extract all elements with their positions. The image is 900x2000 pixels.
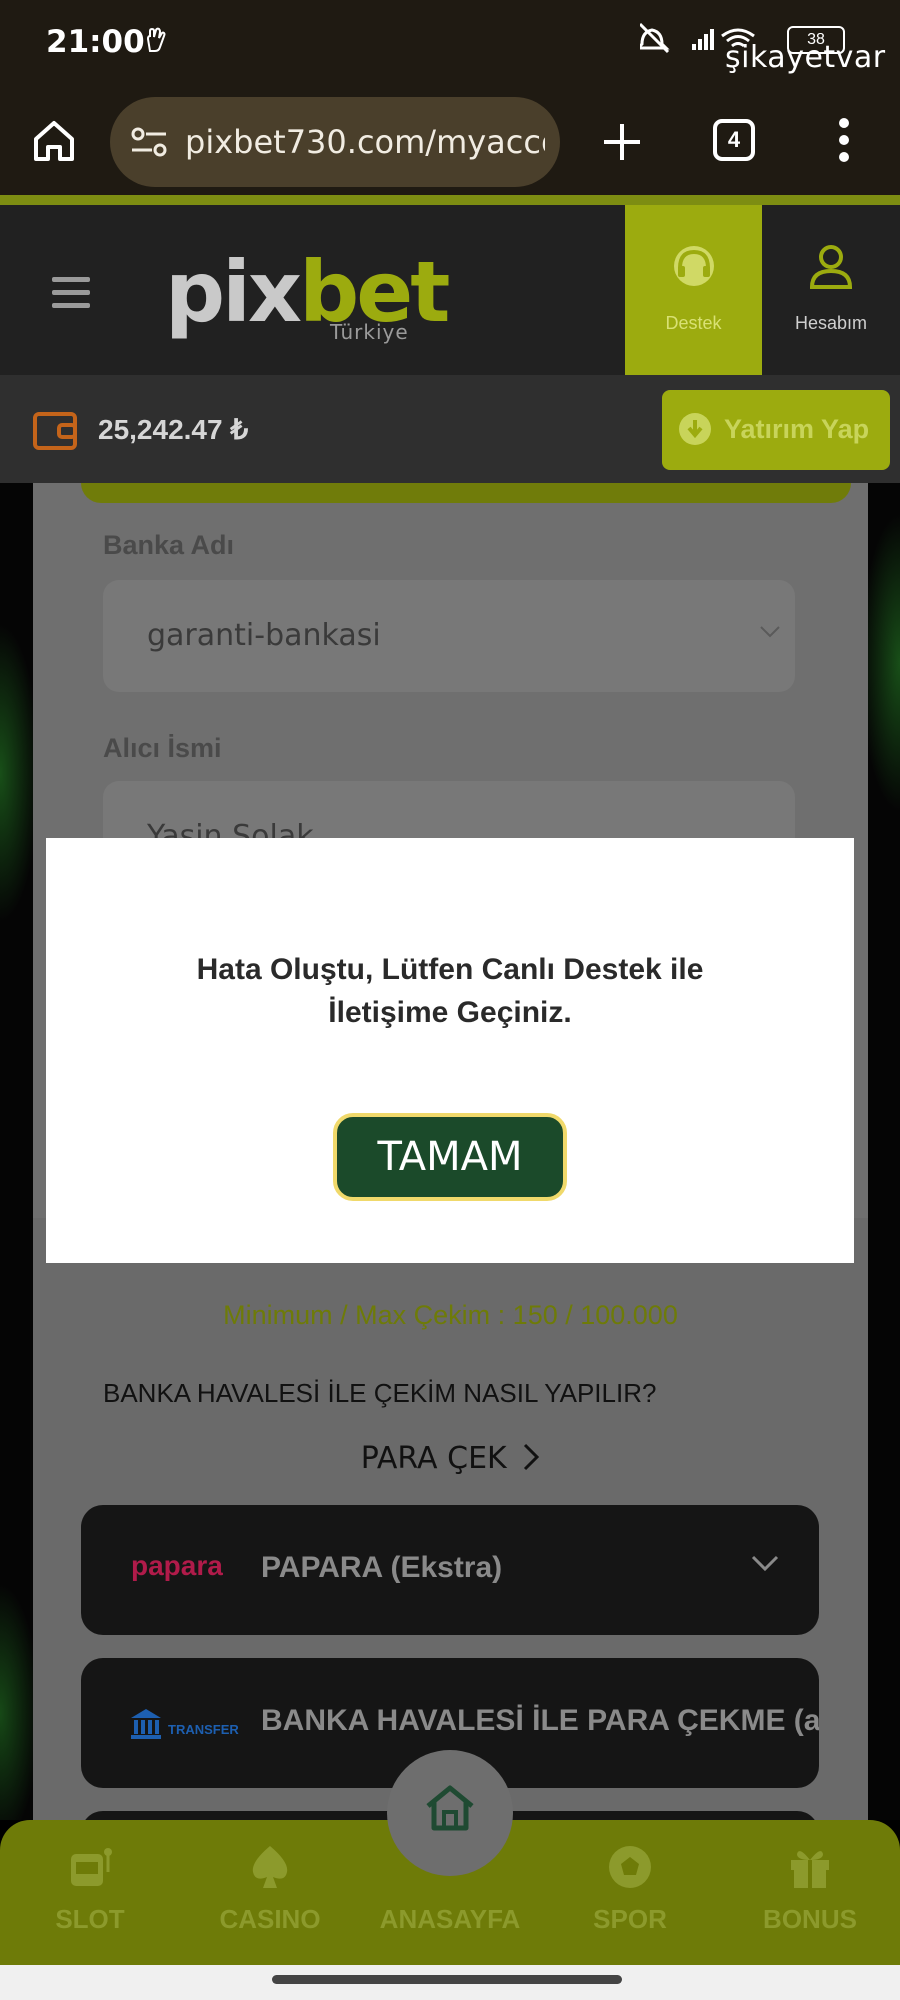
error-message-line2: İletişime Geçiniz.: [328, 996, 572, 1029]
nav-slot-label: SLOT: [55, 1904, 125, 1934]
previous-section-accent: [81, 483, 851, 503]
withdraw-link-label: PARA ÇEK: [360, 1441, 507, 1476]
nav-casino[interactable]: CASINO: [180, 1820, 360, 1965]
signal-icon: [692, 29, 714, 50]
address-bar[interactable]: pixbet730.com/myaccount: [110, 97, 560, 187]
method-title: BANKA HAVALESİ İLE PARA ÇEKME (anında): [261, 1704, 819, 1737]
hamburger-menu-icon[interactable]: [52, 277, 96, 311]
nav-sport-label: SPOR: [593, 1904, 667, 1934]
nav-home-label: ANASAYFA: [379, 1904, 521, 1934]
method-title: PAPARA (Ekstra): [261, 1551, 503, 1584]
pixbet-logo[interactable]: pixbet Türkiye: [165, 243, 450, 344]
error-message-line1: Hata Oluştu, Lütfen Canlı Destek ile: [196, 953, 704, 986]
wallet-icon: [33, 412, 77, 450]
toolbar-accent-line: [0, 195, 900, 205]
account-button[interactable]: Hesabım: [762, 205, 900, 375]
home-button[interactable]: [387, 1750, 513, 1876]
balance-amount: 25,242.47 ₺: [98, 414, 249, 445]
url-text[interactable]: pixbet730.com/myaccount: [185, 123, 545, 161]
nav-bonus-label: BONUS: [763, 1904, 857, 1934]
new-tab-icon[interactable]: [600, 120, 644, 164]
support-label: Destek: [665, 313, 722, 333]
touch-hand-icon: [146, 27, 166, 52]
gift-icon: [791, 1851, 829, 1888]
nav-bonus[interactable]: BONUS: [720, 1820, 900, 1965]
chevron-right-icon: [524, 1443, 540, 1471]
browser-home-icon[interactable]: [30, 117, 78, 165]
bank-name-label: Banka Adı: [103, 530, 235, 560]
how-to-link[interactable]: BANKA HAVALESİ İLE ÇEKİM NASIL YAPILIR?: [103, 1378, 656, 1409]
gesture-handle[interactable]: [272, 1975, 622, 1984]
deposit-label: Yatırım Yap: [724, 414, 870, 444]
spade-icon: [252, 1846, 288, 1888]
chevron-down-icon: [751, 1555, 779, 1572]
chevron-down-icon: [760, 626, 780, 638]
support-button[interactable]: Destek: [625, 205, 762, 375]
papara-logo: papara: [131, 1550, 223, 1581]
bank-icon: [131, 1709, 161, 1739]
slot-machine-icon: [71, 1848, 112, 1886]
withdraw-link[interactable]: PARA ÇEK: [33, 1441, 868, 1476]
status-time: 21:00: [46, 24, 145, 60]
transfer-logo: TRANSFER: [168, 1722, 239, 1737]
bank-name-value: garanti-bankasi: [147, 618, 381, 653]
balance-bar: 25,242.47 ₺ Yatırım Yap: [0, 375, 900, 483]
recipient-name-label: Alıcı İsmi: [103, 733, 222, 763]
ok-button[interactable]: TAMAM: [333, 1113, 567, 1201]
method-papara[interactable]: papara PAPARA (Ekstra): [81, 1505, 819, 1635]
download-circle-icon: [679, 413, 711, 445]
logo-country: Türkiye: [330, 320, 409, 344]
site-settings-icon[interactable]: [130, 125, 170, 159]
watermark: şikayetvar: [725, 40, 886, 75]
tab-switcher-button[interactable]: 4: [713, 119, 755, 161]
bank-name-select[interactable]: garanti-bankasi: [103, 580, 795, 692]
home-icon: [426, 1785, 474, 1831]
min-max-limits: Minimum / Max Çekim : 150 / 100.000: [223, 1300, 678, 1330]
browser-toolbar: pixbet730.com/myaccount 4: [0, 85, 900, 205]
status-bar: 21:00 38 şikayetvar: [0, 0, 900, 85]
mute-icon: [640, 22, 670, 54]
headset-icon: [674, 246, 714, 286]
football-icon: [609, 1846, 651, 1888]
nav-sport[interactable]: SPOR: [540, 1820, 720, 1965]
account-label: Hesabım: [794, 313, 868, 333]
nav-casino-label: CASINO: [219, 1904, 321, 1934]
error-message: Hata Oluştu, Lütfen Canlı Destek ile İle…: [46, 948, 854, 1034]
error-dialog: Hata Oluştu, Lütfen Canlı Destek ile İle…: [46, 838, 854, 1263]
nav-slot[interactable]: SLOT: [0, 1820, 180, 1965]
user-icon: [809, 245, 853, 289]
site-header: pixbet Türkiye Destek Hesabım: [0, 205, 900, 375]
deposit-button[interactable]: Yatırım Yap: [662, 390, 890, 470]
gesture-bar: [0, 1965, 900, 2000]
logo-pix: pix: [165, 243, 302, 341]
browser-menu-icon[interactable]: [838, 117, 850, 163]
